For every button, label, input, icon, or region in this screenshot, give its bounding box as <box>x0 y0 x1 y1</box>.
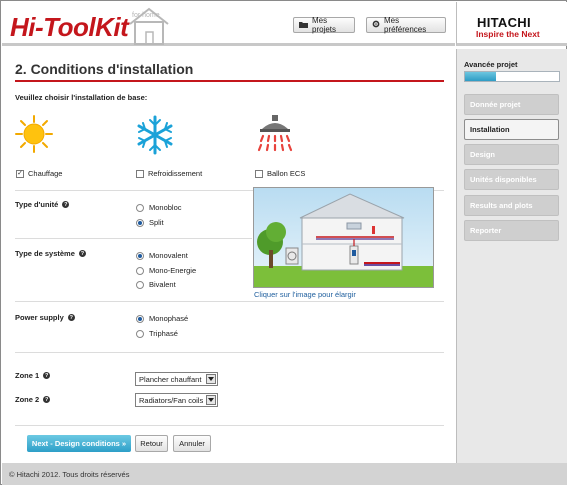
checkbox-box[interactable] <box>255 169 263 178</box>
help-icon[interactable]: ? <box>67 314 75 321</box>
sidebar: Avancée projet Donnée projet Installatio… <box>456 49 567 463</box>
radio-split[interactable]: Split <box>136 218 164 227</box>
hitachi-logo: HITACHI <box>477 15 531 30</box>
zone2-value: Radiators/Fan coils <box>139 395 204 405</box>
sun-icon <box>15 115 53 155</box>
zone2-text: Zone 2 <box>15 395 40 404</box>
house-logo-icon: for home <box>128 6 170 46</box>
zone2-label: Zone 2 ? <box>15 395 51 404</box>
brand-box: HITACHI Inspire the Next <box>456 2 567 46</box>
zone1-text: Zone 1 <box>15 371 40 380</box>
ballon-ecs-label: Ballon ECS <box>267 169 306 178</box>
zone1-select[interactable]: Plancher chauffant <box>135 372 218 386</box>
radio-button[interactable] <box>136 314 144 323</box>
type-unite-text: Type d'unité <box>15 200 59 209</box>
sidebar-item-label: Results and plots <box>470 201 533 210</box>
sidebar-item-unites-disponibles[interactable]: Unités disponibles <box>464 169 559 190</box>
page-title: 2. Conditions d'installation <box>15 61 194 77</box>
brand-tagline: Inspire the Next <box>476 29 540 39</box>
installation-diagram-image[interactable] <box>253 187 434 288</box>
power-supply-label: Power supply ? <box>15 313 75 322</box>
mes-preferences-button[interactable]: Mes préférences <box>366 16 446 34</box>
radio-label: Split <box>149 218 164 227</box>
next-design-conditions-button[interactable]: Next - Design conditions » <box>27 435 131 452</box>
radio-bivalent[interactable]: Bivalent <box>136 280 176 289</box>
progress-label: Avancée projet <box>464 60 518 69</box>
gear-icon <box>372 20 380 30</box>
chevron-down-icon[interactable] <box>206 374 216 384</box>
footer: © Hitachi 2012. Tous droits réservés <box>2 463 567 485</box>
radio-button[interactable] <box>136 251 144 260</box>
sidebar-item-installation[interactable]: Installation <box>464 119 559 140</box>
snowflake-icon <box>135 115 175 157</box>
mes-projets-label: Mes projets <box>312 16 337 34</box>
sidebar-item-reporter[interactable]: Reporter <box>464 220 559 241</box>
app-window: Hi-ToolKit for home Mes projets Mes préf… <box>0 0 567 485</box>
radio-label: Mono-Energie <box>149 266 197 275</box>
radio-label: Monobloc <box>149 203 182 212</box>
installation-subtitle: Veuillez choisir l'installation de base: <box>15 93 148 102</box>
chauffage-checkbox[interactable]: ✓ Chauffage <box>16 169 62 178</box>
annuler-button[interactable]: Annuler <box>173 435 211 452</box>
mes-preferences-label: Mes préférences <box>384 16 427 34</box>
power-supply-text: Power supply <box>15 313 64 322</box>
refroidissement-checkbox[interactable]: Refroidissement <box>136 169 202 178</box>
sidebar-item-results-and-plots[interactable]: Results and plots <box>464 195 559 216</box>
title-underline <box>15 80 444 82</box>
refroidissement-label: Refroidissement <box>148 169 203 178</box>
radio-label: Monovalent <box>149 251 188 260</box>
radio-button[interactable] <box>136 329 144 338</box>
mes-projets-button[interactable]: Mes projets <box>293 16 355 34</box>
radio-label: Bivalent <box>149 280 176 289</box>
ballon-ecs-checkbox[interactable]: Ballon ECS <box>255 169 305 178</box>
chauffage-label: Chauffage <box>28 169 63 178</box>
shower-icon <box>253 114 297 158</box>
radio-mono-energie[interactable]: Mono-Energie <box>136 266 196 275</box>
folder-icon <box>299 21 308 30</box>
radio-button[interactable] <box>136 218 144 227</box>
help-icon[interactable]: ? <box>62 201 70 208</box>
copyright-text: © Hitachi 2012. Tous droits réservés <box>9 470 130 479</box>
sidebar-item-label: Reporter <box>470 226 502 235</box>
radio-monovalent[interactable]: Monovalent <box>136 251 188 260</box>
zone1-value: Plancher chauffant <box>139 374 202 384</box>
divider <box>15 238 252 239</box>
divider <box>15 301 444 302</box>
checkbox-box[interactable]: ✓ <box>16 169 24 178</box>
radio-button[interactable] <box>136 266 144 275</box>
retour-button[interactable]: Retour <box>135 435 168 452</box>
sidebar-item-donnee-projet[interactable]: Donnée projet <box>464 94 559 115</box>
radio-monophase[interactable]: Monophasé <box>136 314 188 323</box>
project-progress-bar <box>464 71 560 82</box>
sidebar-item-label: Donnée projet <box>470 100 521 109</box>
radio-button[interactable] <box>136 280 144 289</box>
sidebar-item-label: Unités disponibles <box>470 175 537 184</box>
header: Hi-ToolKit for home Mes projets Mes préf… <box>2 2 455 46</box>
app-logo: Hi-ToolKit <box>10 12 129 42</box>
type-systeme-label: Type de système ? <box>15 249 86 258</box>
logo-badge: for home <box>132 12 160 19</box>
radio-button[interactable] <box>136 203 144 212</box>
help-icon[interactable]: ? <box>43 396 51 403</box>
help-icon[interactable]: ? <box>43 372 51 379</box>
chevron-down-icon[interactable] <box>206 395 216 405</box>
checkbox-box[interactable] <box>136 169 144 178</box>
divider <box>15 425 444 426</box>
zone1-label: Zone 1 ? <box>15 371 51 380</box>
divider <box>15 352 444 353</box>
sidebar-item-design[interactable]: Design <box>464 144 559 165</box>
help-icon[interactable]: ? <box>78 250 86 257</box>
radio-label: Triphasé <box>149 329 178 338</box>
type-unite-label: Type d'unité ? <box>15 200 70 209</box>
type-systeme-text: Type de système <box>15 249 75 258</box>
progress-fill <box>465 72 497 81</box>
radio-label: Monophasé <box>149 314 189 323</box>
radio-triphase[interactable]: Triphasé <box>136 329 178 338</box>
sidebar-item-label: Design <box>470 150 496 159</box>
enlarge-image-link[interactable]: Cliquer sur l'image pour élargir <box>254 290 356 299</box>
radio-monobloc[interactable]: Monobloc <box>136 203 182 212</box>
sidebar-item-label: Installation <box>470 125 510 134</box>
zone2-select[interactable]: Radiators/Fan coils <box>135 393 218 407</box>
